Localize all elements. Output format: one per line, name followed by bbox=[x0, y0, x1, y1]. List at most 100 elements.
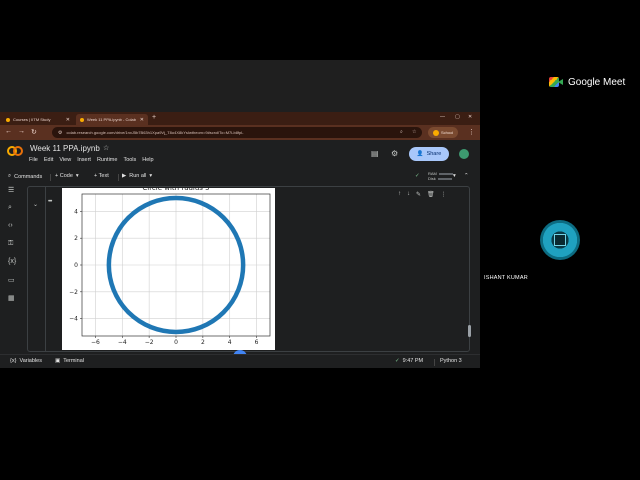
terminal-icon[interactable]: ▦ bbox=[8, 294, 15, 302]
x-tick-label: 6 bbox=[255, 339, 259, 346]
maximize-icon[interactable]: ▢ bbox=[455, 114, 460, 120]
tab-colab[interactable]: Week 11 PPA.ipynb - Colab ✕ bbox=[76, 114, 148, 125]
google-meet-brand: Google Meet bbox=[549, 76, 625, 88]
plot-output: Circle with radius 5 −6 −4 −2 0 2 4 6 −4 −2 0 2 4 bbox=[62, 188, 275, 350]
kernel-status[interactable]: Python 3 bbox=[440, 358, 462, 364]
menu-view[interactable]: View bbox=[59, 157, 71, 163]
google-meet-logo-icon bbox=[549, 76, 563, 88]
toolbar-divider bbox=[50, 174, 51, 181]
notebook-title[interactable]: Week 11 PPA.ipynb bbox=[30, 144, 100, 153]
tab-favicon-icon bbox=[80, 117, 84, 122]
share-label: Share bbox=[426, 151, 442, 157]
profile-chip[interactable]: School bbox=[428, 127, 459, 138]
table-of-contents-icon[interactable]: ☰ bbox=[8, 186, 14, 194]
variables-label: Variables bbox=[19, 358, 42, 364]
commands-button[interactable]: ⌕ Commands bbox=[8, 173, 42, 180]
resource-monitor[interactable]: RAM Disk bbox=[428, 171, 453, 181]
bookmark-star-icon[interactable]: ☆ bbox=[412, 129, 416, 135]
cell-gutter: ⌄ bbox=[28, 187, 44, 351]
share-lock-icon: 👤 bbox=[416, 151, 424, 157]
x-tick-label: −2 bbox=[145, 339, 154, 346]
colab-menu-bar: File Edit View Insert Runtime Tools Help bbox=[29, 157, 154, 163]
close-icon[interactable]: ✕ bbox=[140, 117, 144, 123]
add-text-button[interactable]: + Text bbox=[94, 173, 109, 179]
add-code-label: + Code bbox=[55, 173, 73, 179]
code-snippets-icon[interactable]: ‹› bbox=[8, 222, 13, 229]
kernel-label: Python 3 bbox=[440, 358, 462, 364]
comments-icon[interactable]: ▤ bbox=[371, 149, 379, 158]
menu-help[interactable]: Help bbox=[142, 157, 153, 163]
execution-status[interactable]: ✓ 9:47 PM bbox=[395, 358, 423, 364]
back-icon[interactable]: ← bbox=[5, 128, 12, 135]
menu-runtime[interactable]: Runtime bbox=[97, 157, 117, 163]
terminal-label: Terminal bbox=[63, 358, 84, 364]
settings-gear-icon[interactable]: ⚙ bbox=[391, 149, 398, 158]
menu-file[interactable]: File bbox=[29, 157, 38, 163]
terminal-icon: ▣ bbox=[55, 358, 61, 364]
move-down-icon[interactable]: ↓ bbox=[407, 191, 410, 198]
tab-favicon-icon bbox=[6, 117, 10, 122]
cell-scrollbar[interactable] bbox=[468, 325, 471, 337]
x-tick-label: 2 bbox=[201, 339, 205, 346]
meet-stage: Google Meet Courses | IITM Study ✕ Week … bbox=[0, 0, 640, 480]
google-meet-label: Google Meet bbox=[568, 76, 626, 88]
variables-icon[interactable]: {x} bbox=[8, 258, 16, 265]
search-icon[interactable]: ⌕ bbox=[8, 204, 12, 212]
chevron-down-icon[interactable]: ⌄ bbox=[33, 201, 38, 208]
y-tick-label: −2 bbox=[69, 289, 78, 296]
y-tick-label: −4 bbox=[69, 316, 78, 323]
x-tick-label: 0 bbox=[174, 339, 178, 346]
x-tick-label: 4 bbox=[228, 339, 232, 346]
delete-trash-icon[interactable]: 🗑 bbox=[427, 191, 435, 198]
x-tick-label: −6 bbox=[91, 339, 100, 346]
edit-pen-icon[interactable]: ✎ bbox=[416, 191, 421, 198]
menu-tools[interactable]: Tools bbox=[123, 157, 136, 163]
chevron-down-icon[interactable]: ▾ bbox=[453, 173, 456, 179]
colab-status-bar: {x} Variables ▣ Terminal ✓ 9:47 PM Pytho… bbox=[0, 354, 480, 368]
user-avatar[interactable] bbox=[458, 148, 470, 160]
url-input[interactable]: ⚙ colab.research.google.com/drive/1nxJ5b… bbox=[52, 127, 422, 138]
disk-label: Disk bbox=[428, 176, 436, 181]
new-tab-button[interactable]: + bbox=[152, 114, 156, 121]
more-options-icon[interactable]: ••• bbox=[48, 199, 52, 205]
url-text: colab.research.google.com/drive/1nxJ5b7B… bbox=[66, 130, 244, 135]
add-text-label: + Text bbox=[94, 173, 109, 179]
profile-label: School bbox=[441, 130, 454, 135]
close-window-icon[interactable]: ✕ bbox=[468, 114, 472, 120]
menu-insert[interactable]: Insert bbox=[77, 157, 91, 163]
x-tick-label: −4 bbox=[118, 339, 127, 346]
variables-button[interactable]: {x} Variables bbox=[10, 358, 42, 364]
files-folder-icon[interactable]: ▭ bbox=[8, 276, 15, 284]
tab-label: Week 11 PPA.ipynb - Colab bbox=[87, 117, 136, 122]
terminal-button[interactable]: ▣ Terminal bbox=[55, 358, 84, 364]
zoom-icon[interactable]: ⌕ bbox=[400, 129, 403, 135]
check-icon: ✓ bbox=[395, 358, 400, 364]
variables-icon: {x} bbox=[10, 358, 17, 364]
share-button[interactable]: 👤 Share bbox=[409, 147, 449, 161]
colab-logo-icon[interactable] bbox=[7, 146, 23, 156]
site-info-icon[interactable]: ⚙ bbox=[58, 130, 62, 136]
left-sidebar: ☰ ⌕ ‹› ⚿ {x} ▭ ▦ bbox=[0, 184, 24, 354]
forward-icon[interactable]: → bbox=[18, 128, 25, 135]
secrets-key-icon[interactable]: ⚿ bbox=[8, 240, 13, 248]
connected-check-icon: ✓ bbox=[415, 173, 420, 179]
chart-title: Circle with radius 5 bbox=[142, 188, 209, 192]
y-tick-label: 2 bbox=[74, 235, 78, 242]
tab-courses[interactable]: Courses | IITM Study ✕ bbox=[2, 114, 74, 125]
commands-label: Commands bbox=[14, 173, 43, 180]
add-code-button[interactable]: + Code ▾ bbox=[55, 173, 79, 179]
menu-edit[interactable]: Edit bbox=[44, 157, 53, 163]
run-all-button[interactable]: ▶ Run all ▾ bbox=[122, 173, 152, 179]
reload-icon[interactable]: ↻ bbox=[31, 128, 37, 136]
more-vert-icon[interactable]: ⋮ bbox=[441, 191, 447, 198]
profile-avatar-icon bbox=[433, 129, 439, 136]
move-up-icon[interactable]: ↑ bbox=[398, 191, 401, 198]
chevron-down-icon: ▾ bbox=[149, 173, 153, 179]
status-divider bbox=[434, 359, 435, 366]
browser-menu-icon[interactable]: ⋮ bbox=[468, 128, 475, 136]
chevron-up-icon[interactable]: ⌃ bbox=[464, 173, 469, 179]
star-icon[interactable]: ☆ bbox=[103, 144, 109, 152]
minimize-icon[interactable]: — bbox=[440, 114, 445, 120]
close-icon[interactable]: ✕ bbox=[66, 117, 70, 123]
circle-chart: Circle with radius 5 −6 −4 −2 0 2 4 6 −4 −2 0 2 4 bbox=[69, 188, 271, 346]
